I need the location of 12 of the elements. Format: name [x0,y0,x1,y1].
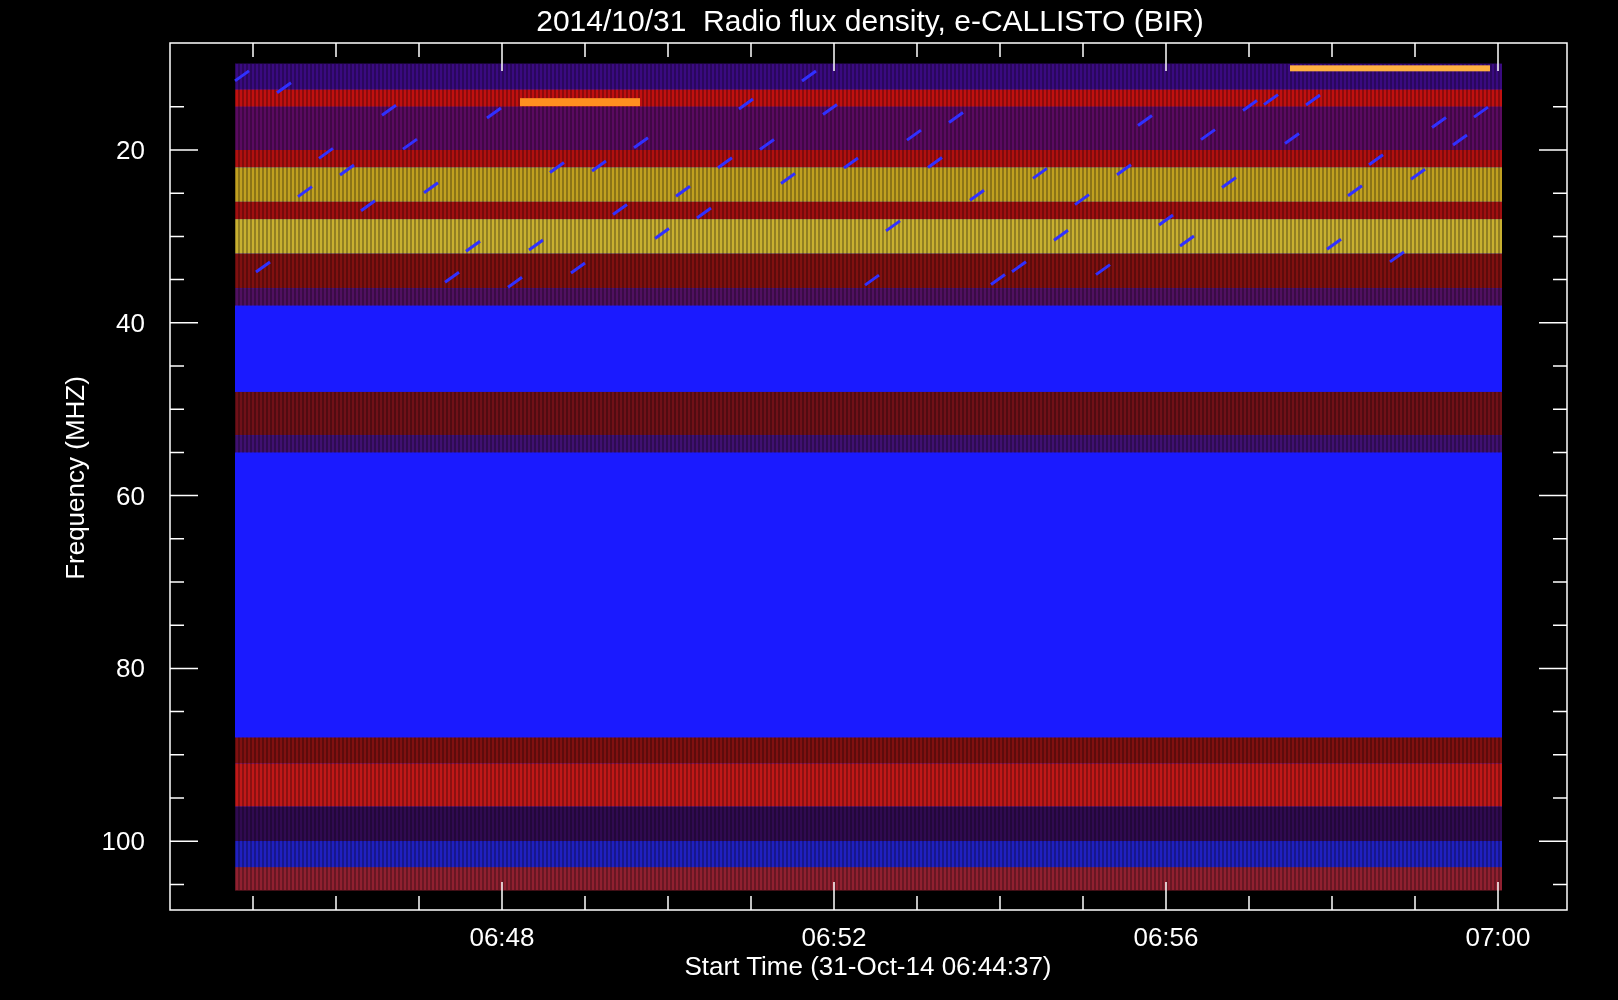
x-tick-label: 06:52 [801,922,867,952]
x-axis-label: Start Time (31-Oct-14 06:44:37) [684,951,1052,981]
y-tick-label: 100 [101,826,145,857]
y-tick-label: 20 [116,135,145,165]
y-tick-label: 80 [116,653,145,684]
y-tick-label: 40 [116,307,145,338]
x-tick-label: 06:56 [1133,922,1199,952]
x-tick-label: 06:48 [469,922,535,952]
y-tick-label: 60 [116,480,145,511]
y-axis-label: Frequency (MHZ) [60,376,90,580]
chart-title: 2014/10/31 Radio flux density, e-CALLISTO (BIR) [536,4,1204,37]
x-tick-label: 07:00 [1465,922,1531,952]
